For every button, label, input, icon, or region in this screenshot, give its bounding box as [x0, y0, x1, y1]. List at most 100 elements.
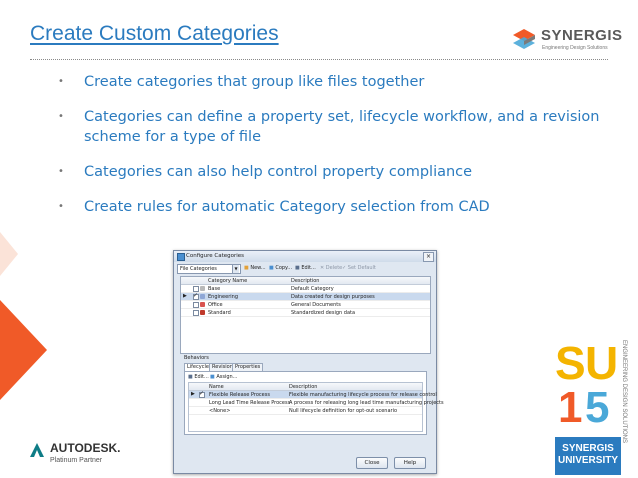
new-button-label: New...	[250, 265, 266, 271]
edit-button-label: Edit...	[301, 265, 316, 271]
lifecycle-grid: Name Description ▶ Flexible Release Proc…	[188, 382, 444, 432]
dialog-titlebar[interactable]: Configure Categories ×	[174, 251, 436, 262]
bullet-list: • Create categories that group like files…	[58, 72, 603, 232]
category-row[interactable]: Base Default Category	[181, 285, 430, 293]
close-icon[interactable]: ×	[423, 252, 434, 262]
copy-icon: ■	[269, 265, 274, 271]
dialog-toolbar: File Categories ▼ ■ New... ■ Copy... ■ E…	[177, 264, 433, 274]
bullet-icon: •	[58, 111, 64, 122]
lifecycle-assign-button[interactable]: ■ Assign...	[210, 374, 237, 380]
synergis-wordmark: SYNERGIS	[541, 27, 623, 44]
bullet-text: Create rules for automatic Category sele…	[84, 199, 490, 215]
lifecycle-row[interactable]: Long Lead Time Release Process A process…	[189, 399, 444, 407]
copy-button-label: Copy...	[275, 265, 293, 271]
lifecycle-description: A process for releasing long lead time m…	[289, 400, 444, 406]
autodesk-partner-label: Platinum Partner	[50, 457, 103, 464]
category-description: Data created for design purposes	[291, 294, 375, 300]
su-name-box: SYNERGIS UNIVERSITY	[555, 437, 621, 475]
delete-button[interactable]: ✕ Delete	[320, 265, 342, 271]
delete-icon: ✕	[320, 265, 325, 271]
lifecycle-name: Flexible Release Process	[209, 392, 270, 398]
category-description: Standardized design data	[291, 310, 356, 316]
bullet-icon: •	[58, 166, 64, 177]
category-checkbox[interactable]	[193, 302, 199, 308]
category-name: Office	[208, 302, 223, 308]
synergis-logo: SYNERGIS Engineering Design Solutions	[511, 27, 623, 53]
column-header-category-name[interactable]: Category Name	[208, 278, 247, 284]
decor-triangle-light	[0, 232, 18, 276]
bullet-icon: •	[58, 201, 64, 212]
slide-title: Create Custom Categories	[30, 22, 279, 45]
synergis-mark-icon	[513, 29, 535, 49]
synergis-tagline: Engineering Design Solutions	[542, 45, 608, 51]
category-color-icon	[200, 310, 205, 315]
set-default-button[interactable]: ✓ Set Default	[342, 265, 376, 271]
category-name: Base	[208, 286, 221, 292]
bullet-item: • Create rules for automatic Category sel…	[58, 197, 603, 217]
lifecycle-assign-label: Assign...	[216, 374, 238, 380]
lifecycle-name: <None>	[209, 408, 231, 414]
set-default-icon: ✓	[342, 265, 347, 271]
lifecycle-description: Flexible manufacturing lifecycle process…	[289, 392, 437, 398]
column-header-lifecycle-name[interactable]: Name	[209, 384, 224, 390]
close-button[interactable]: Close	[356, 457, 388, 469]
chevron-down-icon[interactable]: ▼	[232, 265, 239, 273]
row-pointer-icon: ▶	[183, 293, 187, 299]
category-checkbox[interactable]	[193, 292, 199, 300]
su-box-line1: SYNERGIS	[562, 443, 614, 454]
category-description: Default Category	[291, 286, 334, 292]
lifecycle-row-selected[interactable]: ▶ Flexible Release Process Flexible manu…	[189, 390, 437, 399]
delete-button-label: Delete	[325, 265, 343, 271]
edit-icon: ■	[295, 265, 300, 271]
su-digit-5: 5	[585, 383, 610, 432]
bullet-item: • Categories can define a property set, l…	[58, 107, 603, 147]
lifecycle-name: Long Lead Time Release Process	[209, 400, 291, 406]
row-pointer-icon: ▶	[191, 391, 195, 397]
category-grid: Category Name Description Base Default C…	[180, 276, 431, 354]
lifecycle-row[interactable]: <None> Null lifecycle definition for opt…	[189, 407, 422, 415]
copy-button[interactable]: ■ Copy...	[269, 265, 292, 271]
su-letter-u: U	[585, 337, 619, 389]
help-button[interactable]: Help	[394, 457, 426, 469]
tab-properties[interactable]: Properties	[232, 363, 264, 371]
new-button[interactable]: ■ New...	[244, 265, 266, 271]
bullet-text: Categories can also help control propert…	[84, 164, 473, 180]
edit-button[interactable]: ■ Edit...	[295, 265, 316, 271]
su-letter-s: S	[555, 337, 586, 389]
new-icon: ■	[244, 265, 249, 271]
category-row[interactable]: Office General Documents	[181, 301, 430, 309]
category-checkbox[interactable]	[193, 310, 199, 316]
synergis-university-logo: S U 1 5 ENGINEERING DESIGN SOLUTIONS SYN…	[555, 340, 630, 475]
su-digit-1: 1	[558, 383, 583, 432]
column-header-lifecycle-description[interactable]: Description	[289, 384, 317, 390]
autodesk-logo: AUTODESK. Platinum Partner	[28, 440, 148, 470]
dialog-title: Configure Categories	[186, 253, 245, 259]
su-vertical-tagline: ENGINEERING DESIGN SOLUTIONS	[621, 340, 627, 444]
title-divider	[30, 59, 608, 60]
autodesk-mark-icon	[30, 443, 44, 457]
lifecycle-edit-button[interactable]: ■ Edit...	[188, 374, 209, 380]
category-color-icon	[200, 294, 205, 299]
category-type-select[interactable]: File Categories ▼	[177, 264, 241, 274]
bullet-text: Create categories that group like files …	[84, 74, 425, 90]
decor-triangle-orange	[0, 300, 47, 400]
category-color-icon	[200, 302, 205, 307]
assign-icon: ■	[210, 374, 215, 380]
column-header-description[interactable]: Description	[291, 278, 319, 284]
bullet-item: • Categories can also help control proper…	[58, 162, 603, 182]
bullet-icon: •	[58, 76, 64, 87]
behaviors-label: Behaviors	[184, 355, 209, 361]
autodesk-wordmark: AUTODESK.	[50, 441, 121, 455]
category-row[interactable]: Standard Standardized design data	[181, 309, 430, 317]
category-type-value: File Categories	[180, 266, 217, 272]
category-description: General Documents	[291, 302, 341, 308]
dialog-app-icon	[177, 253, 185, 261]
category-row-selected[interactable]: ▶ Engineering Data created for design pu…	[181, 292, 430, 301]
category-grid-header: Category Name Description	[181, 277, 430, 285]
set-default-button-label: Set Default	[347, 265, 376, 271]
su-box-line2: UNIVERSITY	[557, 455, 618, 466]
bullet-text: Categories can define a property set, li…	[84, 109, 600, 145]
lifecycle-edit-label: Edit...	[194, 374, 209, 380]
lifecycle-checkbox[interactable]	[199, 390, 205, 398]
lifecycle-description: Null lifecycle definition for opt-out sc…	[289, 408, 398, 414]
